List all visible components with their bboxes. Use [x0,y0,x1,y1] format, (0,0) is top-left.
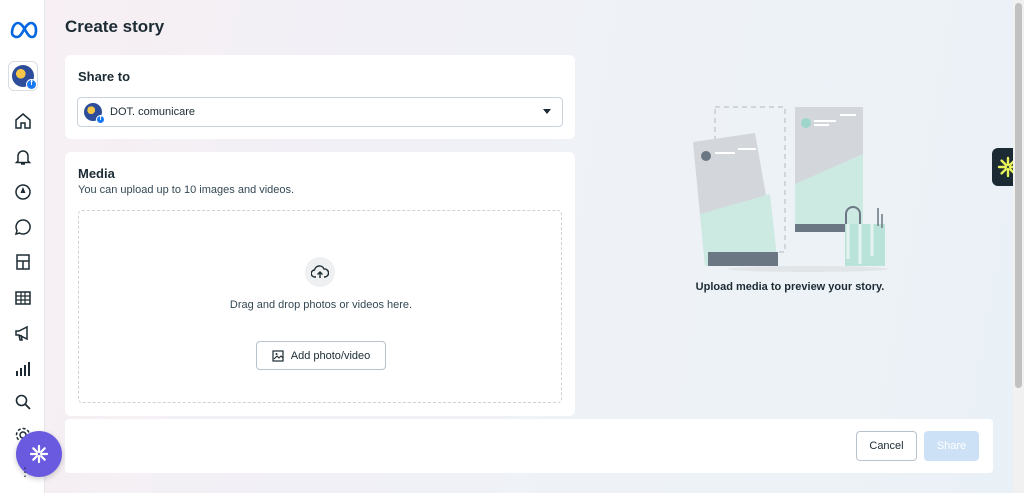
share-to-heading: Share to [78,69,131,84]
add-photo-video-label: Add photo/video [290,349,371,362]
bell-icon[interactable] [12,146,34,168]
media-heading: Media [78,166,115,181]
cloud-upload-icon [305,257,335,287]
pages-icon[interactable] [12,251,34,273]
chevron-down-icon [543,109,551,114]
cancel-button[interactable]: Cancel [856,431,917,461]
search-icon[interactable] [12,391,34,413]
dropzone-text: Drag and drop photos or videos here. [229,299,413,311]
selected-account-label: DOT. comunicare [110,106,195,118]
media-dropzone[interactable]: Drag and drop photos or videos here. Add… [78,210,562,403]
home-icon[interactable] [12,110,34,132]
scrollbar[interactable] [1013,0,1024,493]
footer-bar: Cancel Share [65,419,993,473]
media-hint: You can upload up to 10 images and video… [78,184,295,196]
image-icon [272,350,284,362]
share-button[interactable]: Share [924,431,979,461]
more-icon[interactable]: ⋮ [19,465,31,479]
preview-label: Upload media to preview your story. [695,281,885,293]
meta-logo-icon[interactable] [9,18,39,40]
bar-chart-icon[interactable] [12,358,34,380]
megaphone-icon[interactable] [12,322,34,344]
media-card: Media You can upload up to 10 images and… [65,152,575,416]
story-preview-illustration [693,106,888,272]
sidebar: f [0,0,45,493]
share-to-card: Share to f DOT. comunicare [65,55,575,139]
table-icon[interactable] [12,287,34,309]
chat-icon[interactable] [12,216,34,238]
sparkle-icon [29,444,49,464]
account-switcher[interactable]: f [8,61,38,91]
scrollbar-thumb[interactable] [1015,3,1022,388]
account-avatar: f [84,103,105,124]
add-photo-video-button[interactable]: Add photo/video [256,341,386,370]
account-dropdown[interactable]: f DOT. comunicare [77,97,563,127]
account-avatar: f [12,65,37,90]
compass-icon[interactable] [12,181,34,203]
page-title: Create story [65,17,165,36]
